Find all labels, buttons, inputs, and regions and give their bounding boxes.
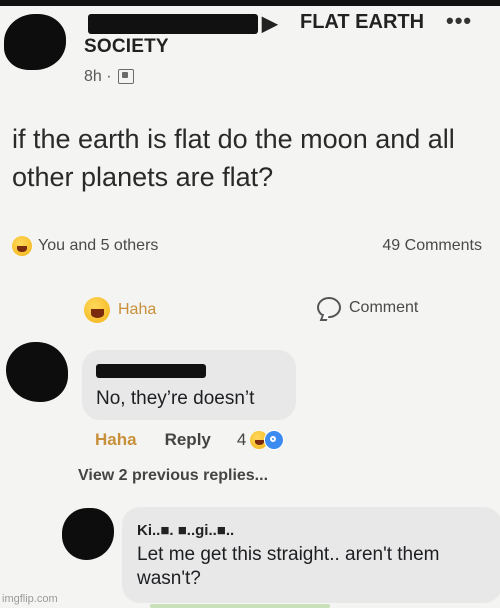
haha-emoji-icon: [12, 236, 32, 256]
wow-emoji-icon: [264, 430, 285, 450]
comment-avatar[interactable]: [6, 342, 68, 402]
comment-bubble-icon: [317, 297, 341, 318]
comment-label: Comment: [349, 298, 419, 316]
redacted-commenter-name: [96, 364, 206, 378]
comment-reply-button[interactable]: Reply: [165, 430, 211, 450]
reactions-summary[interactable]: You and 5 others: [12, 236, 158, 256]
reply-avatar[interactable]: [62, 508, 114, 560]
reply-text: Let me get this straight.. aren't them w…: [137, 544, 440, 589]
post-text: if the earth is flat do the moon and all…: [12, 124, 455, 192]
haha-reaction-button[interactable]: Haha: [84, 297, 156, 323]
reactions-summary-text: You and 5 others: [38, 237, 159, 254]
group-arrow-icon: ▶: [262, 13, 278, 35]
privacy-icon: [118, 69, 134, 84]
comment-actions: Haha Reply 4: [95, 430, 285, 450]
post-author-avatar[interactable]: [4, 14, 66, 70]
comment-button[interactable]: Comment: [317, 297, 418, 318]
reply-author-name[interactable]: Ki..■. ■..gi..■..: [137, 522, 234, 539]
more-options-icon[interactable]: •••: [446, 8, 472, 34]
redacted-author-name: [88, 14, 258, 34]
comments-count-link[interactable]: 49 Comments: [382, 237, 482, 255]
next-element-hint: [150, 604, 330, 608]
haha-emoji-icon: [84, 297, 110, 323]
imgflip-watermark: imgflip.com: [2, 593, 58, 605]
post-author-name[interactable]: SOCIETY: [84, 36, 169, 58]
post-timestamp[interactable]: 8h ·: [84, 68, 112, 86]
group-name-link[interactable]: FLAT EARTH: [300, 11, 424, 34]
comment-reaction-count[interactable]: 4: [237, 430, 246, 450]
top-bar: [0, 0, 500, 6]
comment-text: No, they’re doesn’t: [96, 388, 255, 409]
comment-haha-button[interactable]: Haha: [95, 430, 137, 450]
haha-label: Haha: [118, 301, 157, 318]
view-previous-replies-link[interactable]: View 2 previous replies...: [78, 467, 268, 485]
